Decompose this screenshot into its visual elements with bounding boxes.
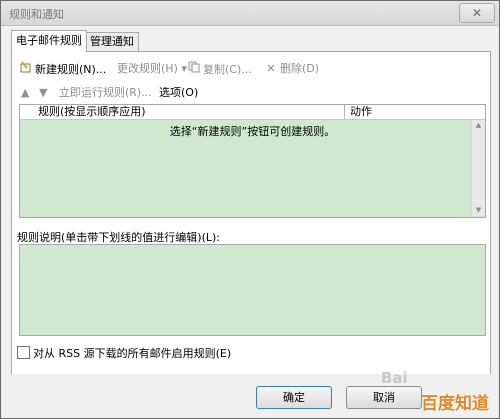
- column-header-action[interactable]: 动作: [346, 105, 372, 119]
- rules-list[interactable]: 规则(按显示顺序应用) 动作 选择“新建规则”按钮可创建规则。 ▲ ▼: [19, 104, 486, 218]
- move-up-button[interactable]: ▲: [21, 85, 29, 101]
- ok-button[interactable]: 确定: [256, 386, 332, 409]
- run-rules-now-button[interactable]: 立即运行规则(R)...: [59, 85, 152, 101]
- scroll-down-icon[interactable]: ▼: [474, 206, 483, 214]
- new-rule-icon: [19, 61, 33, 78]
- rules-list-scrollbar[interactable]: ▲ ▼: [471, 120, 485, 216]
- column-header-rule[interactable]: 规则(按显示顺序应用): [34, 105, 146, 119]
- delete-label: 删除(D): [280, 62, 320, 75]
- copy-button[interactable]: 复制(C)...: [187, 61, 252, 77]
- copy-icon: [187, 61, 201, 78]
- rss-rules-option[interactable]: 对从 RSS 源下载的所有邮件启用规则(E): [17, 346, 231, 362]
- column-divider[interactable]: [344, 105, 345, 119]
- arrow-down-icon: ▼: [39, 86, 48, 99]
- rules-list-header: 规则(按显示顺序应用) 动作: [20, 105, 485, 120]
- new-rule-label: 新建规则(N)...: [35, 63, 107, 76]
- empty-list-message: 选择“新建规则”按钮可创建规则。: [169, 125, 336, 138]
- move-down-button[interactable]: ▼: [39, 85, 47, 101]
- cancel-button[interactable]: 取消: [346, 386, 422, 409]
- watermark-logo: 百度知道: [421, 394, 489, 414]
- close-button[interactable]: ✕: [459, 3, 495, 23]
- delete-icon: ✕: [266, 62, 276, 75]
- rule-description-box[interactable]: [19, 244, 486, 336]
- options-button[interactable]: 选项(O): [159, 85, 198, 101]
- scroll-up-icon[interactable]: ▲: [474, 121, 483, 129]
- new-rule-button[interactable]: 新建规则(N)...: [19, 61, 106, 77]
- change-rule-button[interactable]: 更改规则(H) ▾: [117, 61, 187, 77]
- tab-email-rules[interactable]: 电子邮件规则: [11, 30, 87, 52]
- delete-button[interactable]: ✕ 删除(D): [264, 61, 319, 77]
- rss-rules-label: 对从 RSS 源下载的所有邮件启用规则(E): [33, 347, 232, 360]
- copy-label: 复制(C)...: [203, 63, 252, 76]
- change-rule-label: 更改规则(H): [117, 62, 178, 75]
- rss-rules-checkbox[interactable]: [17, 346, 30, 359]
- tab-manage-alerts[interactable]: 管理通知: [85, 32, 139, 51]
- rules-dialog: 规则和通知 ✕ 电子邮件规则 管理通知 新建规则(N)... 更改规则(H) ▾…: [0, 0, 500, 419]
- window-title: 规则和通知: [9, 8, 64, 21]
- watermark-text: Bai: [381, 369, 408, 387]
- arrow-up-icon: ▲: [21, 86, 30, 99]
- rule-description-label: 规则说明(单击带下划线的值进行编辑)(L):: [17, 231, 220, 244]
- close-icon[interactable]: ✕: [472, 6, 482, 20]
- title-bar: 规则和通知 ✕: [1, 1, 499, 26]
